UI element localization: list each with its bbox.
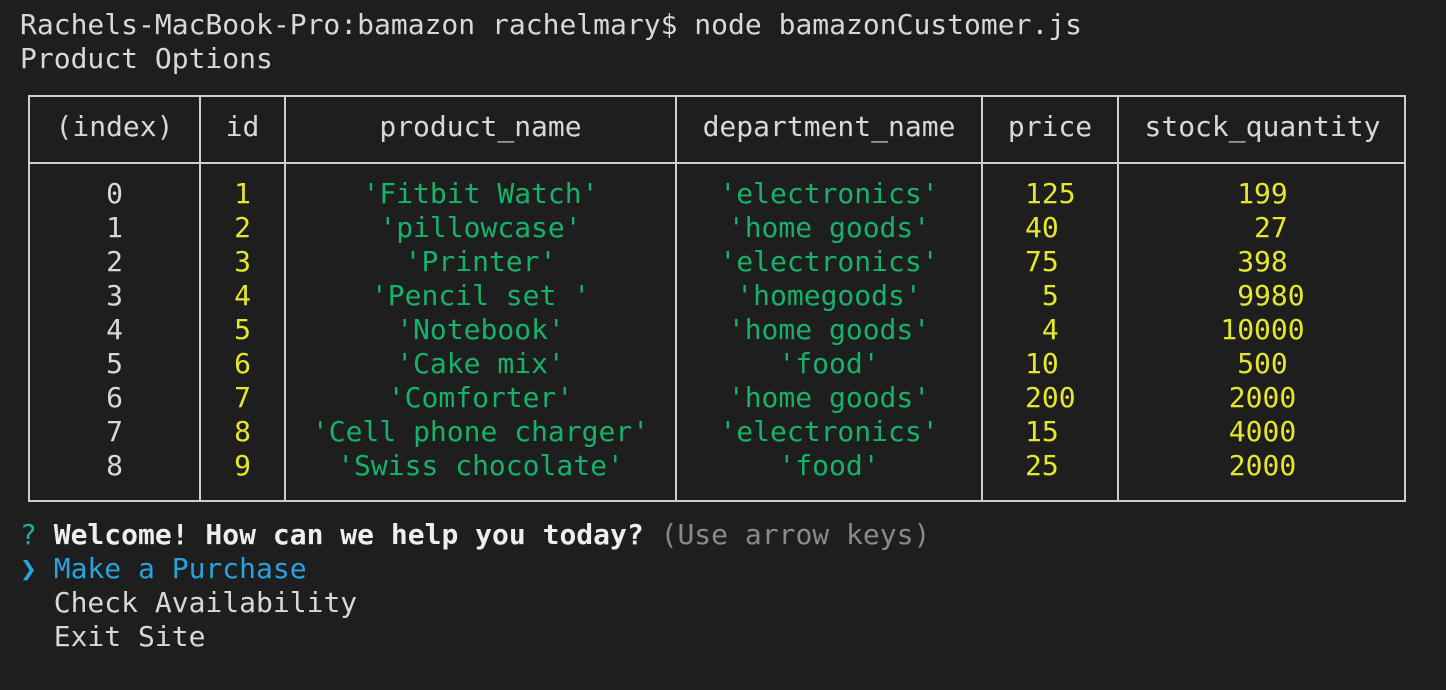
cell-product-name: 'Comforter' [387, 381, 574, 414]
cell-department-name: 'electronics' [719, 177, 939, 210]
cell-price: 15 [1025, 415, 1059, 448]
question-mark-icon: ? [20, 518, 37, 551]
cell-index: 4 [106, 313, 123, 346]
cell-stock-quantity: 4000 [1228, 415, 1297, 448]
index-column: 012345678 [30, 177, 199, 483]
cell-price: 4 [1025, 313, 1059, 346]
cell-department-name: 'home goods' [727, 381, 931, 414]
header-department-name: department_name [702, 110, 956, 143]
cell-product-name: 'Cell phone charger' [311, 415, 650, 448]
cell-id: 6 [234, 347, 251, 380]
cell-department-name: 'food' [778, 347, 880, 380]
price-column: 125 40 75 5 4 10 200 15 25 [1025, 177, 1117, 483]
product-name-column: 'Fitbit Watch''pillowcase' 'Printer' 'Penc… [286, 177, 675, 483]
cell-department-name: 'home goods' [727, 313, 931, 346]
cell-index: 6 [106, 381, 123, 414]
cell-index: 7 [106, 415, 123, 448]
header-divider [30, 162, 1404, 164]
header-index: (index) [55, 110, 174, 143]
department-name-column: 'electronics''home goods''electronics''h… [677, 177, 981, 483]
menu-option-label: Check Availability [53, 586, 358, 619]
menu-option-exit-site[interactable]: Exit Site [20, 620, 206, 654]
cell-index: 3 [106, 279, 123, 312]
cell-department-name: 'home goods' [727, 211, 931, 244]
cell-price: 75 [1025, 245, 1059, 278]
cell-index: 0 [106, 177, 123, 210]
column-divider [981, 97, 983, 500]
cell-department-name: 'electronics' [719, 415, 939, 448]
stock-quantity-column: 199 27 398 9980 10000 500 2000 4000 2000 [1119, 177, 1406, 483]
cell-stock-quantity: 500 [1237, 347, 1288, 380]
cell-product-name: 'pillowcase' [379, 211, 582, 244]
menu-option-label: Make a Purchase [53, 552, 307, 585]
cell-department-name: 'food' [778, 449, 880, 482]
cell-id: 9 [234, 449, 251, 482]
cell-price: 200 [1025, 381, 1076, 414]
cell-stock-quantity: 27 [1237, 211, 1288, 244]
menu-option-check-availability[interactable]: Check Availability [20, 586, 357, 620]
cell-product-name: 'Cake mix' [396, 347, 565, 380]
cell-index: 1 [106, 211, 123, 244]
cell-id: 8 [234, 415, 251, 448]
cell-product-name: 'Swiss chocolate' [337, 449, 624, 482]
cell-id: 7 [234, 381, 251, 414]
question-text: Welcome! How can we help you today? [53, 518, 644, 551]
prompt-question: ? Welcome! How can we help you today? (U… [20, 518, 930, 552]
cell-price: 125 [1025, 177, 1076, 210]
cell-price: 5 [1025, 279, 1059, 312]
cell-stock-quantity: 10000 [1220, 313, 1305, 346]
menu-option-make-purchase[interactable]: ❯ Make a Purchase [20, 552, 307, 586]
cell-department-name: 'electronics' [719, 245, 939, 278]
cell-index: 5 [106, 347, 123, 380]
header-stock-quantity: stock_quantity [1144, 110, 1381, 143]
cell-department-name: 'homegoods' [736, 279, 922, 312]
cell-id: 1 [234, 177, 251, 210]
cell-stock-quantity: 398 [1237, 245, 1288, 278]
cell-index: 2 [106, 245, 123, 278]
header-price: price [1007, 110, 1093, 143]
selection-pointer-icon: ❯ [20, 552, 37, 585]
command-prompt-line: Rachels-MacBook-Pro:bamazon rachelmary$ … [20, 8, 1083, 41]
cell-index: 8 [106, 449, 123, 482]
cell-product-name: 'Notebook' [396, 313, 565, 346]
cell-id: 5 [234, 313, 251, 346]
cell-price: 10 [1025, 347, 1059, 380]
cell-price: 40 [1025, 211, 1059, 244]
header-id: id [225, 110, 260, 143]
cell-stock-quantity: 199 [1237, 177, 1288, 210]
cell-id: 4 [234, 279, 251, 312]
cell-stock-quantity: 2000 [1228, 449, 1297, 482]
question-hint: (Use arrow keys) [660, 518, 931, 551]
id-column: 123456789 [201, 177, 284, 483]
cell-product-name: 'Pencil set ' [370, 279, 591, 312]
cell-id: 2 [234, 211, 251, 244]
menu-option-label: Exit Site [53, 620, 206, 653]
cell-id: 3 [234, 245, 251, 278]
cell-stock-quantity: 9980 [1220, 279, 1305, 312]
products-table: (index) id product_name department_name … [28, 95, 1406, 502]
section-heading: Product Options [20, 42, 273, 75]
cell-stock-quantity: 2000 [1228, 381, 1297, 414]
cell-product-name: 'Printer' [404, 245, 557, 278]
cell-product-name: 'Fitbit Watch' [362, 177, 599, 210]
cell-price: 25 [1025, 449, 1059, 482]
header-product-name: product_name [379, 110, 582, 143]
